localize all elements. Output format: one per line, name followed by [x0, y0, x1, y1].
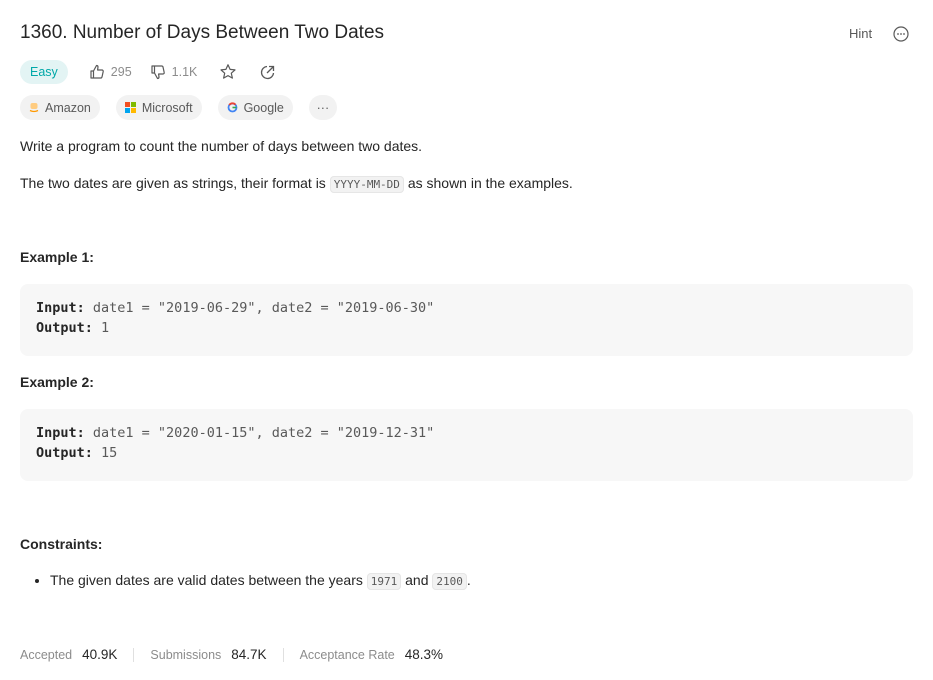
company-name: Amazon	[45, 100, 91, 115]
star-icon[interactable]	[219, 63, 237, 81]
description-paragraph: The two dates are given as strings, thei…	[20, 175, 573, 193]
more-options-icon[interactable]	[893, 26, 909, 42]
output-label: Output:	[36, 445, 93, 461]
stats-divider	[133, 647, 135, 662]
example-input-line: Input: date1 = "2019-06-29", date2 = "20…	[36, 300, 434, 316]
example-output-line: Output: 15	[36, 445, 117, 461]
difficulty-badge: Easy	[20, 60, 68, 84]
output-value: 15	[92, 445, 118, 461]
amazon-logo-icon	[29, 102, 39, 113]
inline-code: 1971	[366, 573, 402, 590]
dislike-count: 1.1K	[171, 65, 198, 79]
submissions-label: Submissions	[150, 647, 222, 662]
description-text: as shown in the examples.	[403, 175, 573, 191]
output-label: Output:	[36, 320, 93, 336]
company-tag-amazon[interactable]: Amazon	[20, 95, 100, 120]
accepted-label: Accepted	[20, 647, 73, 662]
thumbs-down-icon	[151, 65, 165, 80]
input-label: Input:	[36, 300, 85, 316]
example-heading: Example 2:	[20, 374, 94, 390]
like-count: 295	[110, 65, 132, 79]
example-output-line: Output: 1	[36, 320, 109, 336]
example-heading: Example 1:	[20, 249, 94, 265]
share-icon[interactable]	[259, 64, 276, 81]
stats-divider	[282, 647, 284, 662]
acceptance-rate-value: 48.3%	[404, 647, 444, 662]
constraint-text: and	[401, 572, 433, 588]
example-input-line: Input: date1 = "2020-01-15", date2 = "20…	[36, 425, 434, 441]
constraint-text: The given dates are valid dates between …	[50, 572, 367, 588]
microsoft-logo-icon	[124, 102, 136, 113]
description-paragraph: Write a program to count the number of d…	[20, 138, 423, 154]
company-tags: Amazon Microsoft Google ···	[20, 95, 353, 120]
example-code-block: Input: date1 = "2019-06-29", date2 = "20…	[20, 284, 913, 356]
constraints-list: The given dates are valid dates between …	[36, 572, 471, 590]
company-tag-google[interactable]: Google	[217, 95, 293, 120]
submissions-value: 84.7K	[231, 647, 267, 662]
acceptance-rate-label: Acceptance Rate	[299, 647, 395, 662]
output-value: 1	[92, 320, 110, 336]
constraints-heading: Constraints:	[20, 536, 103, 552]
example-code-block: Input: date1 = "2020-01-15", date2 = "20…	[20, 409, 913, 481]
description-text: The two dates are given as strings, thei…	[20, 175, 330, 191]
input-label: Input:	[36, 425, 85, 441]
submission-stats: Accepted 40.9K Submissions 84.7K Accepta…	[20, 647, 443, 662]
inline-code: YYYY-MM-DD	[329, 176, 404, 193]
accepted-value: 40.9K	[82, 647, 118, 662]
company-tag-microsoft[interactable]: Microsoft	[115, 95, 202, 120]
input-value: date1 = "2020-01-15", date2 = "2019-12-3…	[84, 425, 435, 441]
inline-code: 2100	[432, 573, 467, 590]
problem-title: 1360. Number of Days Between Two Dates	[20, 22, 385, 43]
hint-button[interactable]: Hint	[849, 26, 872, 41]
constraint-item: The given dates are valid dates between …	[50, 572, 471, 590]
problem-meta-row: Easy 295 1.1K	[20, 59, 276, 85]
google-logo-icon	[227, 102, 238, 113]
input-value: date1 = "2019-06-29", date2 = "2019-06-3…	[84, 300, 435, 316]
thumbs-up-icon	[90, 64, 104, 79]
company-name: Google	[243, 100, 284, 115]
company-name: Microsoft	[141, 100, 193, 115]
constraint-text: .	[466, 572, 471, 588]
like-button[interactable]: 295	[89, 64, 132, 80]
dislike-button[interactable]: 1.1K	[150, 64, 198, 80]
more-companies-button[interactable]: ···	[308, 95, 337, 120]
